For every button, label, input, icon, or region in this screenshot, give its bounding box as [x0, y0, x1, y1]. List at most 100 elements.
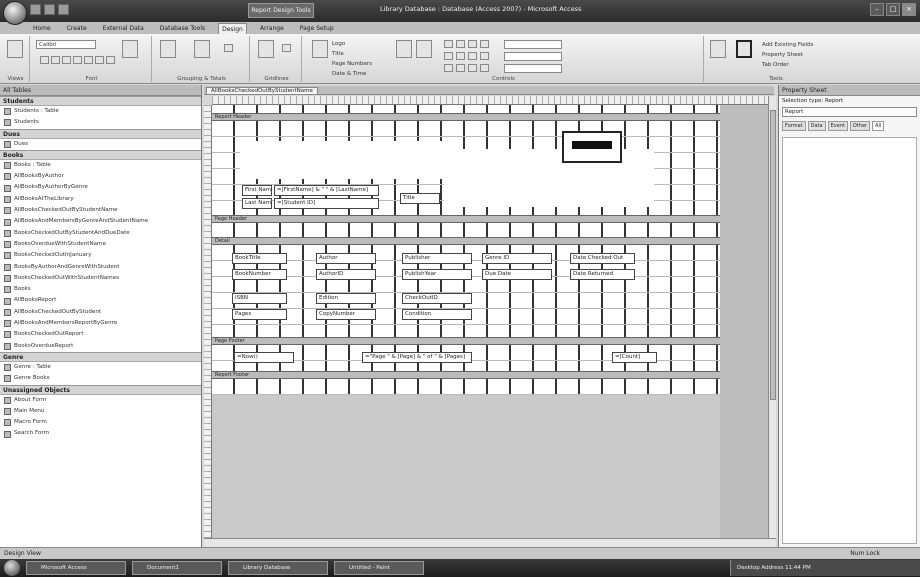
horizontal-scrollbar[interactable]	[204, 538, 776, 547]
combo-box-icon[interactable]	[456, 40, 465, 48]
add-existing-fields-icon[interactable]	[710, 40, 726, 58]
group-sort-icon[interactable]	[160, 40, 176, 58]
text-box-control[interactable]: AuthorID	[316, 269, 376, 280]
vertical-scrollbar[interactable]	[768, 96, 776, 547]
office-button-icon[interactable]	[3, 1, 27, 25]
nav-item[interactable]: BooksOverdueWithStudentName	[0, 239, 201, 250]
bound-object-icon[interactable]	[468, 52, 477, 60]
nav-item[interactable]: Genre : Table	[0, 362, 201, 373]
nav-item[interactable]: BooksOverdueReport	[0, 341, 201, 352]
nav-item[interactable]: BooksCheckedOutWithStudentNames	[0, 273, 201, 284]
tab-data[interactable]: Data	[807, 121, 826, 131]
page-numbers-label[interactable]: Page Numbers	[332, 61, 372, 67]
report-design-canvas[interactable]: Report Header First Name =[FirstName] & …	[212, 105, 768, 547]
view-icon[interactable]	[7, 40, 23, 58]
nav-item[interactable]: Students	[0, 117, 201, 128]
text-box-control[interactable]: =[Student ID]	[274, 198, 379, 209]
nav-item[interactable]: Main Menu	[0, 406, 201, 417]
undo-icon[interactable]	[44, 4, 55, 15]
checkbox-icon[interactable]	[456, 64, 465, 72]
tab-home[interactable]: Home	[30, 23, 54, 34]
system-tray[interactable]: Desktop Address 11:44 PM	[730, 560, 920, 576]
nav-item[interactable]: AllBooksByAuthor	[0, 171, 201, 182]
control-wizards-button[interactable]	[504, 64, 562, 73]
tab-all[interactable]: All	[872, 121, 885, 131]
page-footer-section[interactable]: =Now() ="Page " & [Page] & " of " & [Pag…	[212, 345, 720, 371]
nav-item[interactable]: BooksCheckedOutByStudentAndDueDate	[0, 228, 201, 239]
nav-item[interactable]: BooksByAuthorAndGenreWithStudent	[0, 262, 201, 273]
gridlines-icon[interactable]	[258, 40, 274, 58]
subform-icon[interactable]	[480, 40, 489, 48]
taskbar-button[interactable]: Microsoft Access	[26, 561, 126, 575]
label-control[interactable]: First Name	[242, 185, 272, 196]
nav-item[interactable]: AllBooksByAuthorByGenre	[0, 182, 201, 193]
image-icon[interactable]	[480, 52, 489, 60]
nav-group-books[interactable]: Books	[0, 149, 201, 160]
redo-icon[interactable]	[58, 4, 69, 15]
text-box-control[interactable]: Publisher	[402, 253, 472, 264]
report-header-section[interactable]: First Name =[FirstName] & " " & [LastNam…	[212, 121, 720, 215]
text-box-control[interactable]: Pages	[232, 309, 287, 320]
select-control-button[interactable]	[504, 52, 562, 61]
line-icon[interactable]	[444, 52, 453, 60]
tab-design[interactable]: Design	[218, 23, 247, 34]
vertical-ruler[interactable]	[204, 105, 212, 547]
nav-item[interactable]: AllBooksAndMembersByGenreAndStudentName	[0, 216, 201, 227]
text-box-control[interactable]: Genre ID	[482, 253, 552, 264]
logo-image[interactable]	[562, 131, 622, 163]
property-sheet-label[interactable]: Property Sheet	[762, 52, 803, 58]
nav-group-dues[interactable]: Dues	[0, 128, 201, 139]
nav-item[interactable]: AllBooksAtTheLibrary	[0, 194, 201, 205]
text-box-control[interactable]: BookNumber	[232, 269, 287, 280]
property-list[interactable]	[782, 137, 917, 544]
nav-item[interactable]: Macro Form	[0, 417, 201, 428]
label-icon[interactable]	[416, 40, 432, 58]
horizontal-ruler[interactable]	[212, 96, 770, 105]
tab-arrange[interactable]: Arrange	[257, 23, 287, 34]
nav-item[interactable]: AllBooksCheckedOutByStudent	[0, 307, 201, 318]
report-header-bar[interactable]: Report Header	[212, 113, 720, 121]
nav-group-genre[interactable]: Genre	[0, 351, 201, 362]
close-icon[interactable]: ×	[902, 3, 916, 16]
toggle-button-icon[interactable]	[468, 64, 477, 72]
save-icon[interactable]	[30, 4, 41, 15]
taskbar-button[interactable]: Document1	[132, 561, 222, 575]
tab-page-setup[interactable]: Page Setup	[297, 23, 337, 34]
taskbar-button[interactable]: Library Database	[228, 561, 328, 575]
text-box-icon[interactable]	[396, 40, 412, 58]
font-name-select[interactable]: Calibri	[36, 40, 96, 49]
add-existing-fields-label[interactable]: Add Existing Fields	[762, 42, 814, 48]
option-group-icon[interactable]	[444, 64, 453, 72]
tab-control-icon[interactable]	[480, 64, 489, 72]
conditional-formatting-icon[interactable]	[122, 40, 138, 58]
nav-item[interactable]: Students : Table	[0, 106, 201, 117]
nav-group-unassigned[interactable]: Unassigned Objects	[0, 384, 201, 395]
label-control[interactable]: Title	[400, 193, 440, 204]
nav-item[interactable]: BooksCheckedOutInJanuary	[0, 250, 201, 261]
bold-icon[interactable]	[40, 56, 49, 64]
text-box-control[interactable]: Date Checked Out	[570, 253, 635, 264]
align-right-icon[interactable]	[95, 56, 104, 64]
text-box-control[interactable]: BookTitle	[232, 253, 287, 264]
nav-item[interactable]: About Form	[0, 395, 201, 406]
property-sheet-icon[interactable]	[736, 40, 752, 58]
text-box-control[interactable]: =Now()	[234, 352, 294, 363]
report-body[interactable]: Report Header First Name =[FirstName] & …	[212, 105, 720, 395]
text-box-control[interactable]: Date Returned	[570, 269, 635, 280]
nav-item[interactable]: BooksCheckedOutReport	[0, 329, 201, 340]
logo-icon[interactable]	[312, 40, 328, 58]
taskbar-button[interactable]: Untitled - Paint	[334, 561, 424, 575]
document-tab[interactable]: AllBooksCheckedOutByStudentName	[206, 87, 318, 95]
text-box-control[interactable]: Due Date	[482, 269, 552, 280]
align-left-icon[interactable]	[73, 56, 82, 64]
nav-item[interactable]: Search Form	[0, 428, 201, 439]
report-footer-bar[interactable]: Report Footer	[212, 371, 720, 379]
tab-format[interactable]: Format	[782, 121, 806, 131]
tab-other[interactable]: Other	[849, 121, 871, 131]
text-box-control[interactable]: CheckOutID	[402, 293, 472, 304]
nav-item[interactable]: Books	[0, 284, 201, 295]
tab-database-tools[interactable]: Database Tools	[157, 23, 208, 34]
nav-item[interactable]: AllBooksReport	[0, 295, 201, 306]
detail-section[interactable]: BookTitle Author Publisher Genre ID Date…	[212, 245, 720, 337]
list-box-icon[interactable]	[468, 40, 477, 48]
